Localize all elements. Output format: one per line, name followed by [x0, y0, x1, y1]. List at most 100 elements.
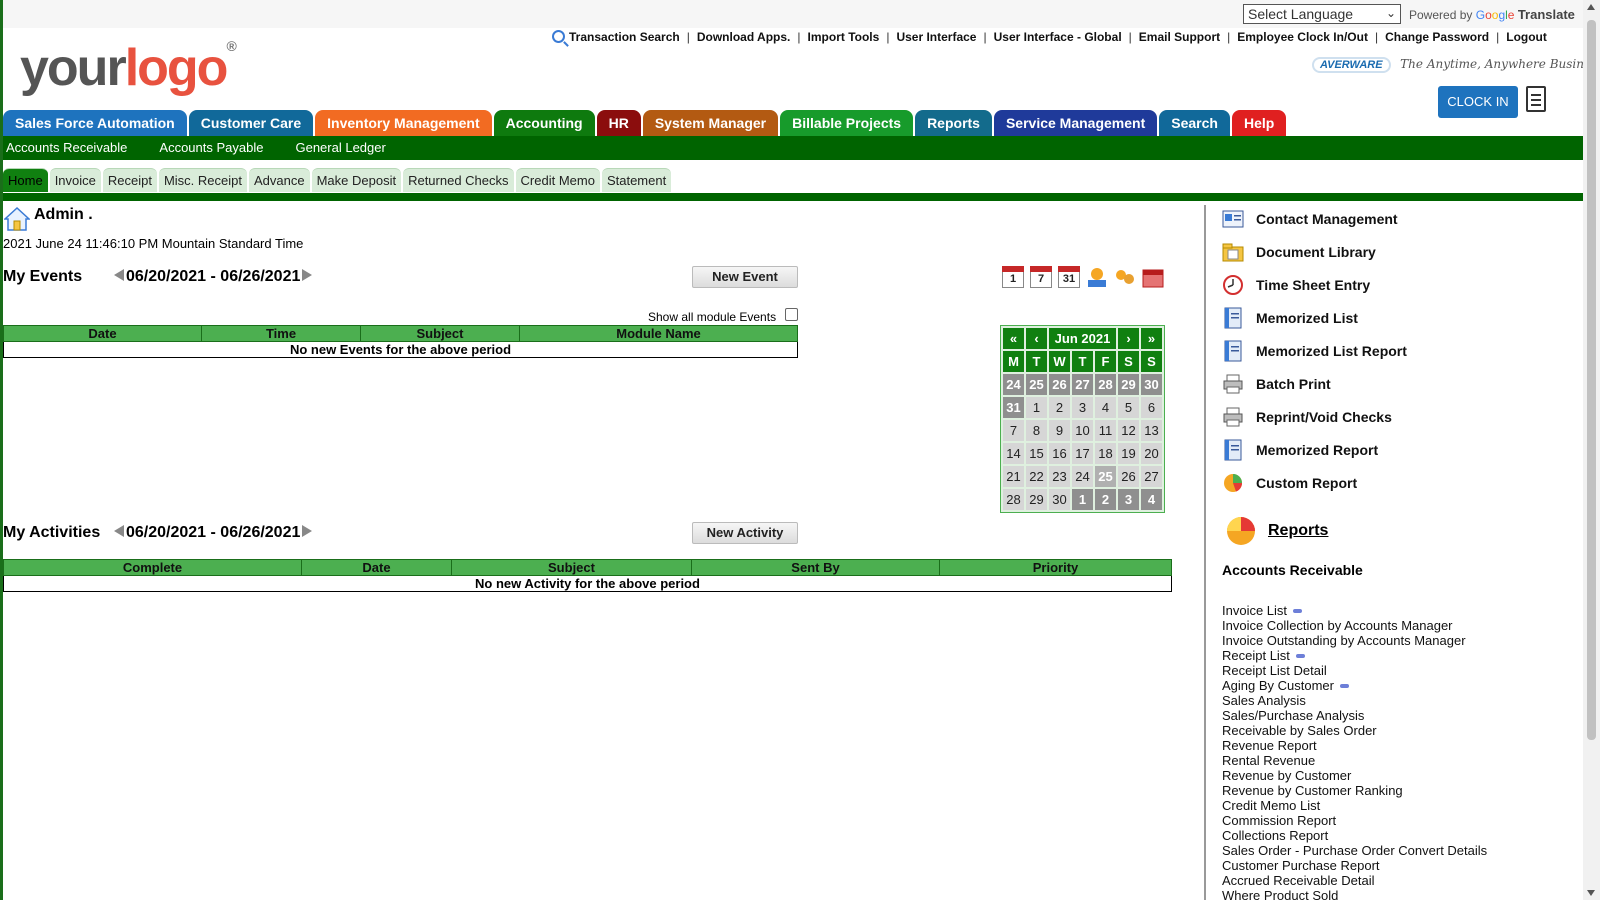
subtab-advance[interactable]: Advance — [249, 168, 310, 192]
next-week-icon[interactable] — [302, 269, 313, 281]
activities-col-subject[interactable]: Subject — [451, 559, 692, 576]
prev-week-icon[interactable] — [114, 269, 124, 281]
report-link-invoice-list[interactable]: Invoice List — [1222, 603, 1487, 618]
new-event-button[interactable]: New Event — [692, 266, 798, 288]
calendar-day[interactable]: 17 — [1072, 443, 1093, 464]
report-link-receipt-list-detail[interactable]: Receipt List Detail — [1222, 663, 1487, 678]
calendar-day[interactable]: 11 — [1095, 420, 1116, 441]
search-icon[interactable] — [552, 30, 565, 43]
calendar-day-icon[interactable]: 1 — [1002, 266, 1024, 288]
tab-help[interactable]: Help — [1231, 110, 1287, 136]
calendar-day[interactable]: 31 — [1003, 397, 1024, 418]
calendar-day[interactable]: 1 — [1026, 397, 1047, 418]
calendar-day[interactable]: 16 — [1049, 443, 1070, 464]
subnav-accounts-payable[interactable]: Accounts Payable — [156, 136, 263, 160]
calendar-day[interactable]: 26 — [1049, 374, 1070, 395]
link-download-apps[interactable]: Download Apps. — [697, 30, 791, 44]
report-link-credit-memo-list[interactable]: Credit Memo List — [1222, 798, 1487, 813]
calendar-day[interactable]: 24 — [1072, 466, 1093, 487]
calendar-day[interactable]: 10 — [1072, 420, 1093, 441]
report-link-aging-by-customer[interactable]: Aging By Customer — [1222, 678, 1487, 693]
prev-month-button[interactable]: ‹ — [1026, 328, 1047, 349]
prev-year-button[interactable]: « — [1003, 328, 1024, 349]
calendar-day[interactable]: 25 — [1026, 374, 1047, 395]
calendar-day[interactable]: 23 — [1049, 466, 1070, 487]
tab-customer-care[interactable]: Customer Care — [188, 110, 314, 136]
calendar-day[interactable]: 28 — [1095, 374, 1116, 395]
calendar-day[interactable]: 5 — [1118, 397, 1139, 418]
subtab-statement[interactable]: Statement — [601, 168, 672, 192]
calendar-day[interactable]: 18 — [1095, 443, 1116, 464]
report-link-invoice-outstanding[interactable]: Invoice Outstanding by Accounts Manager — [1222, 633, 1487, 648]
calendar-day[interactable]: 3 — [1118, 489, 1139, 510]
tab-system-manager[interactable]: System Manager — [642, 110, 779, 136]
calendar-day[interactable]: 21 — [1003, 466, 1024, 487]
calendar-day[interactable]: 27 — [1141, 466, 1162, 487]
calendar-day[interactable]: 29 — [1026, 489, 1047, 510]
link-change-password[interactable]: Change Password — [1385, 30, 1489, 44]
tab-inventory-management[interactable]: Inventory Management — [315, 110, 492, 136]
events-col-subject[interactable]: Subject — [360, 325, 520, 342]
info-dot-icon[interactable] — [1293, 609, 1303, 613]
calendar-day[interactable]: 8 — [1026, 420, 1047, 441]
activities-col-date[interactable]: Date — [301, 559, 452, 576]
company-logo[interactable]: yourlogo® — [20, 38, 237, 98]
quick-link-memorized-list[interactable]: Memorized List — [1222, 307, 1358, 333]
calendar-day[interactable]: 1 — [1072, 489, 1093, 510]
report-link-receivable-by-sales-order[interactable]: Receivable by Sales Order — [1222, 723, 1487, 738]
report-link-accrued-receivable[interactable]: Accrued Receivable Detail — [1222, 873, 1487, 888]
prev-week-icon[interactable] — [114, 525, 124, 537]
report-link-revenue-by-customer-ranking[interactable]: Revenue by Customer Ranking — [1222, 783, 1487, 798]
link-employee-clock[interactable]: Employee Clock In/Out — [1237, 30, 1368, 44]
next-week-icon[interactable] — [302, 525, 313, 537]
calendar-day[interactable]: 2 — [1049, 397, 1070, 418]
events-col-time[interactable]: Time — [201, 325, 361, 342]
tab-hr[interactable]: HR — [596, 110, 641, 136]
info-dot-icon[interactable] — [1340, 684, 1349, 688]
tab-service-management[interactable]: Service Management — [993, 110, 1158, 136]
calendar-day[interactable]: 15 — [1026, 443, 1047, 464]
calendar-day[interactable]: 13 — [1141, 420, 1162, 441]
calendar-day[interactable]: 14 — [1003, 443, 1024, 464]
show-all-events-checkbox[interactable] — [785, 308, 798, 321]
report-link-commission-report[interactable]: Commission Report — [1222, 813, 1487, 828]
activities-col-complete[interactable]: Complete — [3, 559, 302, 576]
calendar-day[interactable]: 4 — [1141, 489, 1162, 510]
report-link-so-po-convert[interactable]: Sales Order - Purchase Order Convert Det… — [1222, 843, 1487, 858]
calendar-day[interactable]: 27 — [1072, 374, 1093, 395]
calendar-month-icon[interactable]: 31 — [1058, 266, 1080, 288]
quick-link-custom-report[interactable]: Custom Report — [1222, 472, 1357, 498]
calendar-day[interactable]: 9 — [1049, 420, 1070, 441]
report-link-collections-report[interactable]: Collections Report — [1222, 828, 1487, 843]
subtab-misc-receipt[interactable]: Misc. Receipt — [158, 168, 247, 192]
page-scrollbar[interactable] — [1583, 0, 1600, 900]
report-link-sales-analysis[interactable]: Sales Analysis — [1222, 693, 1487, 708]
calendar-day[interactable]: 19 — [1118, 443, 1139, 464]
link-user-interface-global[interactable]: User Interface - Global — [994, 30, 1122, 44]
quick-link-contact-management[interactable]: Contact Management — [1222, 208, 1398, 234]
report-link-rental-revenue[interactable]: Rental Revenue — [1222, 753, 1487, 768]
user-calendar-icon[interactable] — [1086, 266, 1108, 288]
report-link-invoice-collection[interactable]: Invoice Collection by Accounts Manager — [1222, 618, 1487, 633]
quick-link-batch-print[interactable]: Batch Print — [1222, 373, 1331, 399]
subtab-returned-checks[interactable]: Returned Checks — [403, 168, 514, 192]
scroll-up-icon[interactable] — [1587, 4, 1595, 10]
calendar-day-today[interactable]: 25 — [1095, 466, 1116, 487]
link-transaction-search[interactable]: Transaction Search — [569, 30, 680, 44]
link-email-support[interactable]: Email Support — [1139, 30, 1220, 44]
report-link-sales-purchase-analysis[interactable]: Sales/Purchase Analysis — [1222, 708, 1487, 723]
subtab-credit-memo[interactable]: Credit Memo — [515, 168, 600, 192]
subtab-make-deposit[interactable]: Make Deposit — [311, 168, 402, 192]
info-dot-icon[interactable] — [1295, 654, 1305, 658]
scroll-thumb[interactable] — [1587, 20, 1596, 740]
calendar-day[interactable]: 12 — [1118, 420, 1139, 441]
quick-link-memorized-list-report[interactable]: Memorized List Report — [1222, 340, 1407, 366]
subnav-general-ledger[interactable]: General Ledger — [292, 136, 385, 160]
next-month-button[interactable]: › — [1118, 328, 1139, 349]
calendar-day[interactable]: 7 — [1003, 420, 1024, 441]
report-link-revenue-report[interactable]: Revenue Report — [1222, 738, 1487, 753]
quick-link-document-library[interactable]: Document Library — [1222, 241, 1376, 267]
powered-by-google-translate[interactable]: Powered by Google Translate — [1409, 7, 1575, 22]
subtab-receipt[interactable]: Receipt — [102, 168, 157, 192]
calendar-day[interactable]: 24 — [1003, 374, 1024, 395]
